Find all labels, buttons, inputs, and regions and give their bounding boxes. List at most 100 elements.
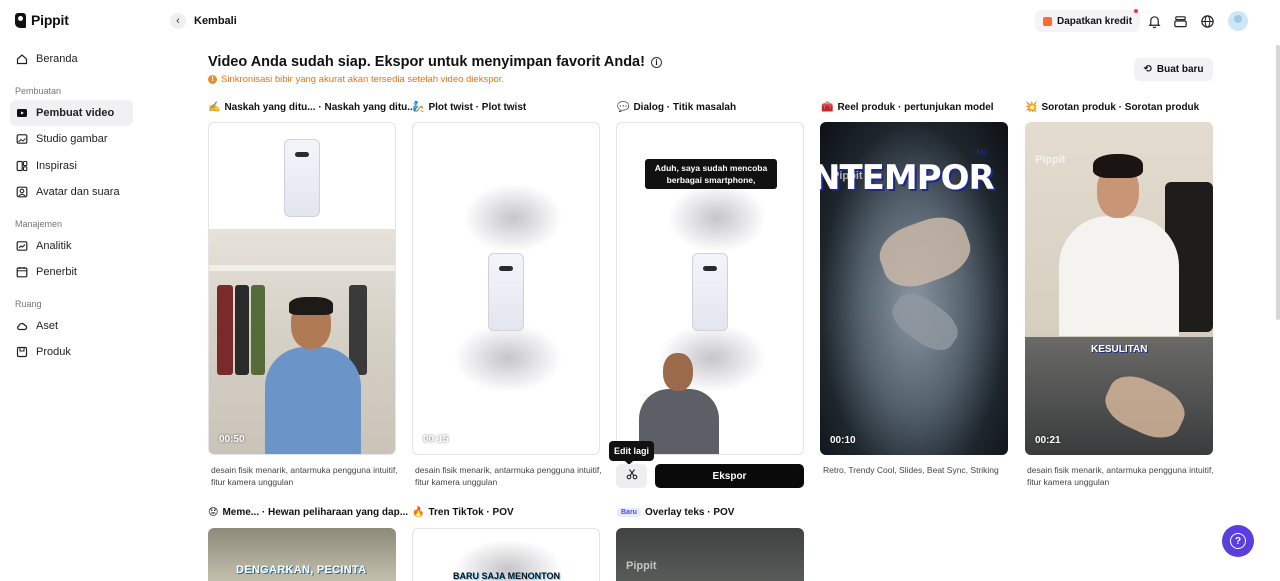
video-card[interactable]: BARU SAJA MENONTON: [412, 528, 600, 581]
edit-again-button[interactable]: [616, 464, 647, 488]
language-icon[interactable]: [1199, 13, 1215, 29]
video-card[interactable]: Pippit Aduh, saya sudah mencoba berbagai…: [616, 122, 804, 455]
presenter-hair: [289, 297, 333, 315]
watermark: Pippit: [221, 155, 252, 167]
bell-icon[interactable]: [1146, 13, 1162, 29]
card-title[interactable]: 💬 Dialog · Titik masalah: [617, 102, 736, 113]
product-icon: [16, 346, 28, 358]
video-card[interactable]: NTEMPOR I Me Pippit 00:10: [820, 122, 1008, 455]
video-card[interactable]: DENGARKAN, PECINTA: [208, 528, 396, 581]
sidebar-item-label: Analitik: [36, 239, 72, 252]
clothing: [251, 285, 265, 375]
chevron-left-icon: ‹: [176, 15, 180, 27]
sidebar-item-beranda[interactable]: Beranda: [10, 46, 133, 72]
video-card[interactable]: KESULITAN Pippit 00:21: [1025, 122, 1213, 455]
toolbox-icon: 🧰: [821, 102, 834, 113]
burst-icon: 💥: [1025, 102, 1038, 113]
sidebar-item-pembuat-video[interactable]: Pembuat video: [10, 99, 133, 126]
sidebar-item-inspirasi[interactable]: Inspirasi: [10, 153, 133, 179]
back-button[interactable]: ‹: [170, 13, 186, 29]
sidebar-item-produk[interactable]: Produk: [10, 339, 133, 365]
clothing: [217, 285, 233, 375]
card-title[interactable]: 🧰 Reel produk · pertunjukan model: [821, 102, 994, 113]
overlay-text: DENGARKAN, PECINTA: [236, 564, 367, 576]
presenter: [639, 353, 719, 454]
sidebar-item-avatar-dan-suara[interactable]: Avatar dan suara: [10, 179, 133, 205]
scrollbar[interactable]: [1276, 45, 1280, 320]
card-title[interactable]: Baru Overlay teks · POV: [617, 507, 734, 518]
genie-icon: 🧞: [412, 102, 425, 113]
create-new-button[interactable]: ⟲ Buat baru: [1134, 58, 1213, 81]
sidebar-section-ruang: Ruang: [15, 298, 42, 309]
sidebar-item-aset[interactable]: Aset: [10, 313, 133, 339]
info-icon[interactable]: i: [650, 56, 662, 68]
refresh-icon: ⟲: [1143, 64, 1152, 75]
watermark: Pippit: [423, 155, 454, 167]
video-add-icon: [16, 107, 28, 119]
overlay-text: BARU SAJA MENONTON: [453, 571, 561, 581]
writing-icon: ✍️: [208, 102, 221, 113]
card-title[interactable]: ✍️ Naskah yang ditu... · Naskah yang dit…: [208, 102, 416, 113]
help-button[interactable]: ?: [1222, 525, 1254, 557]
overlay-text: KESULITAN: [1091, 344, 1148, 355]
inspiration-icon: [16, 160, 28, 172]
speech-bubble-icon: 💬: [617, 102, 630, 113]
presenter: [1059, 152, 1179, 336]
create-new-label: Buat baru: [1156, 64, 1204, 75]
sidebar-item-penerbit[interactable]: Penerbit: [10, 259, 133, 285]
sidebar-item-label: Aset: [36, 319, 59, 332]
sidebar-item-label: Avatar dan suara: [36, 186, 120, 198]
sidebar: Pippit Beranda Pembuatan Pembuat video S…: [0, 0, 150, 581]
back-label[interactable]: Kembali: [194, 15, 237, 27]
analytics-icon: [16, 240, 28, 252]
sidebar-section-pembuatan: Pembuatan: [15, 85, 62, 96]
video-scene: [209, 229, 395, 454]
video-card[interactable]: Pippit 00:50: [208, 122, 396, 455]
pippit-logo[interactable]: Pippit: [15, 12, 69, 28]
sidebar-item-studio-gambar[interactable]: Studio gambar: [10, 126, 133, 152]
card-title[interactable]: 🔥 Tren TikTok · POV: [412, 507, 514, 518]
card-description: desain fisik menarik, antarmuka pengguna…: [1027, 465, 1214, 487]
sidebar-item-label: Inspirasi: [36, 159, 77, 172]
blur-region: [463, 183, 563, 253]
card-title-text: Meme... · Hewan peliharaan yang dap...: [222, 507, 409, 518]
warning-icon: !: [208, 75, 217, 84]
user-avatar[interactable]: [1228, 11, 1248, 31]
card-title-text: Reel produk · pertunjukan model: [837, 102, 994, 113]
video-duration: 00:15: [423, 434, 449, 445]
video-card[interactable]: Pippit: [616, 528, 804, 581]
watermark: Pippit: [626, 560, 657, 572]
fire-icon: 🔥: [412, 507, 425, 518]
watermark: Pippit: [832, 170, 863, 182]
card-title-text: Sorotan produk · Sorotan produk: [1041, 102, 1200, 113]
layers-icon[interactable]: [1172, 13, 1188, 29]
question-icon: ?: [1230, 533, 1246, 549]
video-card[interactable]: Pippit 00:15: [412, 122, 600, 455]
logo-text: Pippit: [31, 12, 69, 28]
card-title-text: Overlay teks · POV: [644, 507, 735, 518]
presenter-hair: [1093, 154, 1143, 178]
page-title-text: Video Anda sudah siap. Ekspor untuk meny…: [208, 54, 645, 70]
blur-region: [667, 183, 767, 253]
avatar-icon: [16, 186, 28, 198]
get-credits-button[interactable]: Dapatkan kredit: [1035, 9, 1141, 32]
sync-warning: ! Sinkronisasi bibir yang akurat akan te…: [208, 74, 504, 85]
page-title: Video Anda sudah siap. Ekspor untuk meny…: [208, 54, 662, 70]
blur-region: [453, 323, 563, 393]
card-title-text: Naskah yang ditu... · Naskah yang ditu..…: [224, 102, 416, 113]
card-title[interactable]: 💥 Sorotan produk · Sorotan produk: [1025, 102, 1199, 113]
gift-icon: [1043, 16, 1052, 26]
presenter-head: [663, 353, 693, 391]
presenter: [265, 297, 361, 454]
sidebar-item-analitik[interactable]: Analitik: [10, 233, 133, 259]
get-credits-label: Dapatkan kredit: [1057, 15, 1133, 27]
phone-product-image: [692, 253, 728, 331]
export-button[interactable]: Ekspor: [655, 464, 804, 488]
card-title[interactable]: 🧞 Plot twist · Plot twist: [412, 102, 526, 113]
card-title[interactable]: 😟 Meme... · Hewan peliharaan yang dap...: [208, 507, 408, 518]
sidebar-item-label: Produk: [36, 346, 71, 358]
home-icon: [16, 53, 28, 65]
video-duration: 00:10: [830, 435, 856, 446]
subtitle-caption: Aduh, saya sudah mencoba berbagai smartp…: [645, 159, 777, 189]
new-badge: Baru: [617, 508, 641, 517]
